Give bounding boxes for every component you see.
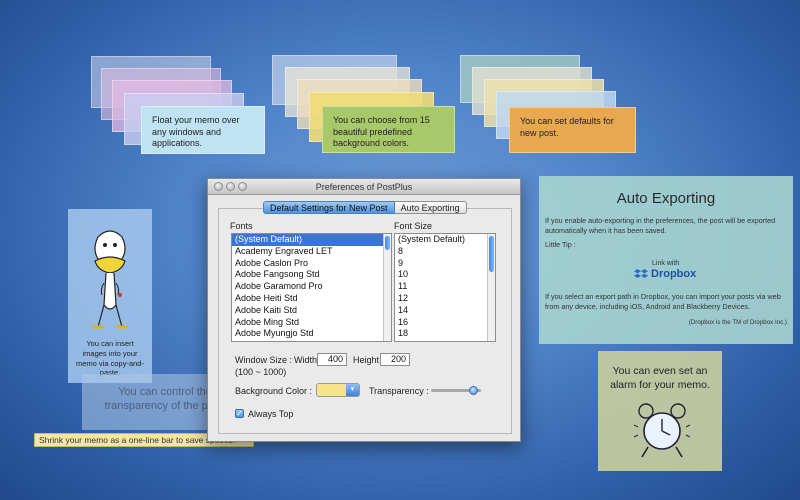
- font-size-list-item[interactable]: 12: [395, 293, 495, 305]
- scroll-thumb[interactable]: [489, 236, 494, 272]
- font-size-list-item[interactable]: 18: [395, 328, 495, 340]
- memo-text: Float your memo over any windows and app…: [152, 115, 240, 149]
- preferences-window: Preferences of PostPlus Fonts Font Size …: [207, 178, 521, 442]
- width-label: Width: [294, 355, 318, 365]
- checkmark-icon: ✓: [236, 409, 243, 418]
- background-color-label: Background Color :: [235, 386, 313, 396]
- dropbox-icon: [634, 269, 648, 278]
- font-list[interactable]: (System Default) Academy Engraved LET Adob…: [231, 233, 392, 342]
- auto-export-memo[interactable]: Auto Exporting If you enable auto-export…: [539, 176, 793, 344]
- trademark-note: (Dropbox is the TM of Dropbox Inc.): [688, 319, 787, 326]
- image-memo[interactable]: You can insert images into your memo via…: [68, 209, 152, 383]
- font-size-list-item[interactable]: 14: [395, 305, 495, 317]
- memo-text: You can choose from 15 beautiful predefi…: [333, 115, 430, 149]
- memo-text: You can even set an alarm for your memo.: [610, 365, 710, 391]
- width-input[interactable]: 400: [317, 353, 347, 366]
- memo-card-front[interactable]: You can set defaults for new post.: [509, 107, 636, 153]
- settings-pane: Fonts Font Size (System Default) Academy …: [218, 208, 512, 434]
- height-input[interactable]: 200: [380, 353, 410, 366]
- transparency-slider-knob[interactable]: [469, 386, 478, 395]
- memo-card-front[interactable]: Float your memo over any windows and app…: [141, 106, 265, 154]
- size-list-scrollbar[interactable]: [487, 234, 495, 341]
- transparency-label: Transparency :: [369, 386, 429, 396]
- font-list-item[interactable]: Adobe Myungjo Std: [232, 328, 391, 340]
- window-title: Preferences of PostPlus: [315, 182, 413, 192]
- font-list-item[interactable]: Adobe Heiti Std: [232, 293, 391, 305]
- font-size-list-item[interactable]: 9: [395, 258, 495, 270]
- size-range-note: (100 ~ 1000): [235, 367, 287, 377]
- always-top-checkbox[interactable]: ✓: [235, 409, 244, 418]
- tip-label: Little Tip :: [545, 240, 576, 249]
- memo-text: You can set defaults for new post.: [520, 116, 614, 138]
- memo-paragraph: If you select an export path in Dropbox,…: [545, 292, 781, 311]
- font-list-item[interactable]: Academy Engraved LET: [232, 246, 391, 258]
- zoom-button[interactable]: [238, 182, 247, 191]
- link-with-label: Link with: [652, 260, 680, 267]
- memo-paragraph: If you enable auto-exporting in the pref…: [545, 216, 776, 235]
- alarm-memo[interactable]: You can even set an alarm for your memo.: [598, 351, 722, 471]
- font-list-item[interactable]: Adobe Garamond Pro: [232, 281, 391, 293]
- window-titlebar[interactable]: Preferences of PostPlus: [208, 179, 520, 195]
- height-label: Height: [353, 355, 380, 365]
- preferences-tabs: Default Settings for New Post Auto Expor…: [263, 201, 467, 214]
- close-button[interactable]: [214, 182, 223, 191]
- memo-text: You can insert images into your memo via…: [76, 339, 144, 378]
- tab-default-settings[interactable]: Default Settings for New Post: [263, 201, 395, 214]
- font-list-item[interactable]: Adobe Kaiti Std: [232, 305, 391, 317]
- font-size-list-item[interactable]: 10: [395, 269, 495, 281]
- background-color-picker[interactable]: ▾: [316, 383, 360, 397]
- memo-card-front[interactable]: You can choose from 15 beautiful predefi…: [322, 106, 455, 153]
- chevron-down-icon: ▾: [346, 384, 359, 396]
- fonts-label: Fonts: [230, 221, 253, 231]
- font-size-label: Font Size: [394, 221, 433, 231]
- font-size-list-item[interactable]: 8: [395, 246, 495, 258]
- font-size-list-item[interactable]: 11: [395, 281, 495, 293]
- font-list-item[interactable]: Adobe Ming Std: [232, 317, 391, 329]
- doodle-illustration: [92, 230, 128, 329]
- font-size-list[interactable]: (System Default) 8 9 10 11 12 14 16 18: [394, 233, 496, 342]
- font-size-list-item[interactable]: (System Default): [395, 234, 495, 246]
- memo-title: Auto Exporting: [616, 190, 716, 207]
- alarm-clock-icon: [634, 403, 690, 458]
- font-list-scrollbar[interactable]: [383, 234, 391, 341]
- window-size-label: Window Size :: [235, 355, 293, 365]
- font-list-item[interactable]: (System Default): [232, 234, 391, 246]
- minimize-button[interactable]: [226, 182, 235, 191]
- memo-text: Shrink your memo as a one-line bar to sa…: [39, 435, 236, 445]
- dropbox-label: Dropbox: [651, 268, 697, 280]
- tab-auto-exporting[interactable]: Auto Exporting: [394, 201, 467, 214]
- font-list-item[interactable]: Adobe Fangsong Std: [232, 269, 391, 281]
- font-list-item[interactable]: Adobe Caslon Pro: [232, 258, 391, 270]
- always-top-label: Always Top: [248, 409, 294, 419]
- scroll-thumb[interactable]: [385, 236, 390, 250]
- font-size-list-item[interactable]: 16: [395, 317, 495, 329]
